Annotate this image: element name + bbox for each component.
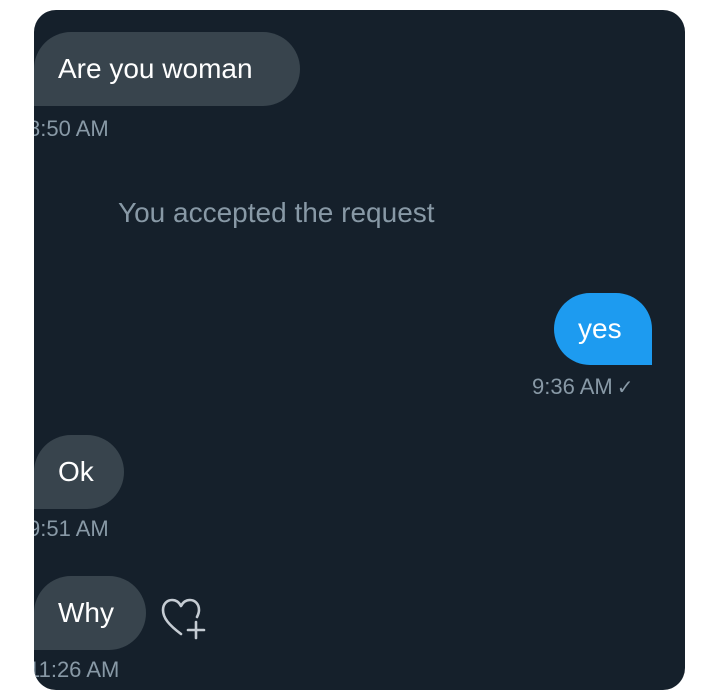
message-text: Ok — [58, 456, 94, 487]
message-bubble-incoming[interactable]: Ok — [34, 435, 124, 509]
check-icon: ✓ — [616, 377, 634, 399]
heart-add-icon[interactable] — [161, 598, 207, 642]
system-note: You accepted the request — [118, 197, 435, 228]
message-bubble-outgoing[interactable]: yes — [554, 293, 652, 365]
message-bubble-incoming[interactable]: Why — [34, 576, 146, 650]
message-text: yes — [578, 313, 622, 344]
message-text: Why — [58, 597, 114, 628]
message-bubble-incoming[interactable]: Are you woman — [34, 32, 300, 106]
message-timestamp: 9:51 AM — [34, 516, 109, 541]
message-timestamp: 9:36 AM ✓ — [532, 374, 634, 399]
dm-conversation-panel: Are you woman 8:50 AM You accepted the r… — [34, 10, 685, 690]
message-timestamp: 11:26 AM — [34, 657, 120, 682]
message-timestamp: 8:50 AM — [34, 116, 109, 141]
message-text: Are you woman — [58, 53, 253, 84]
